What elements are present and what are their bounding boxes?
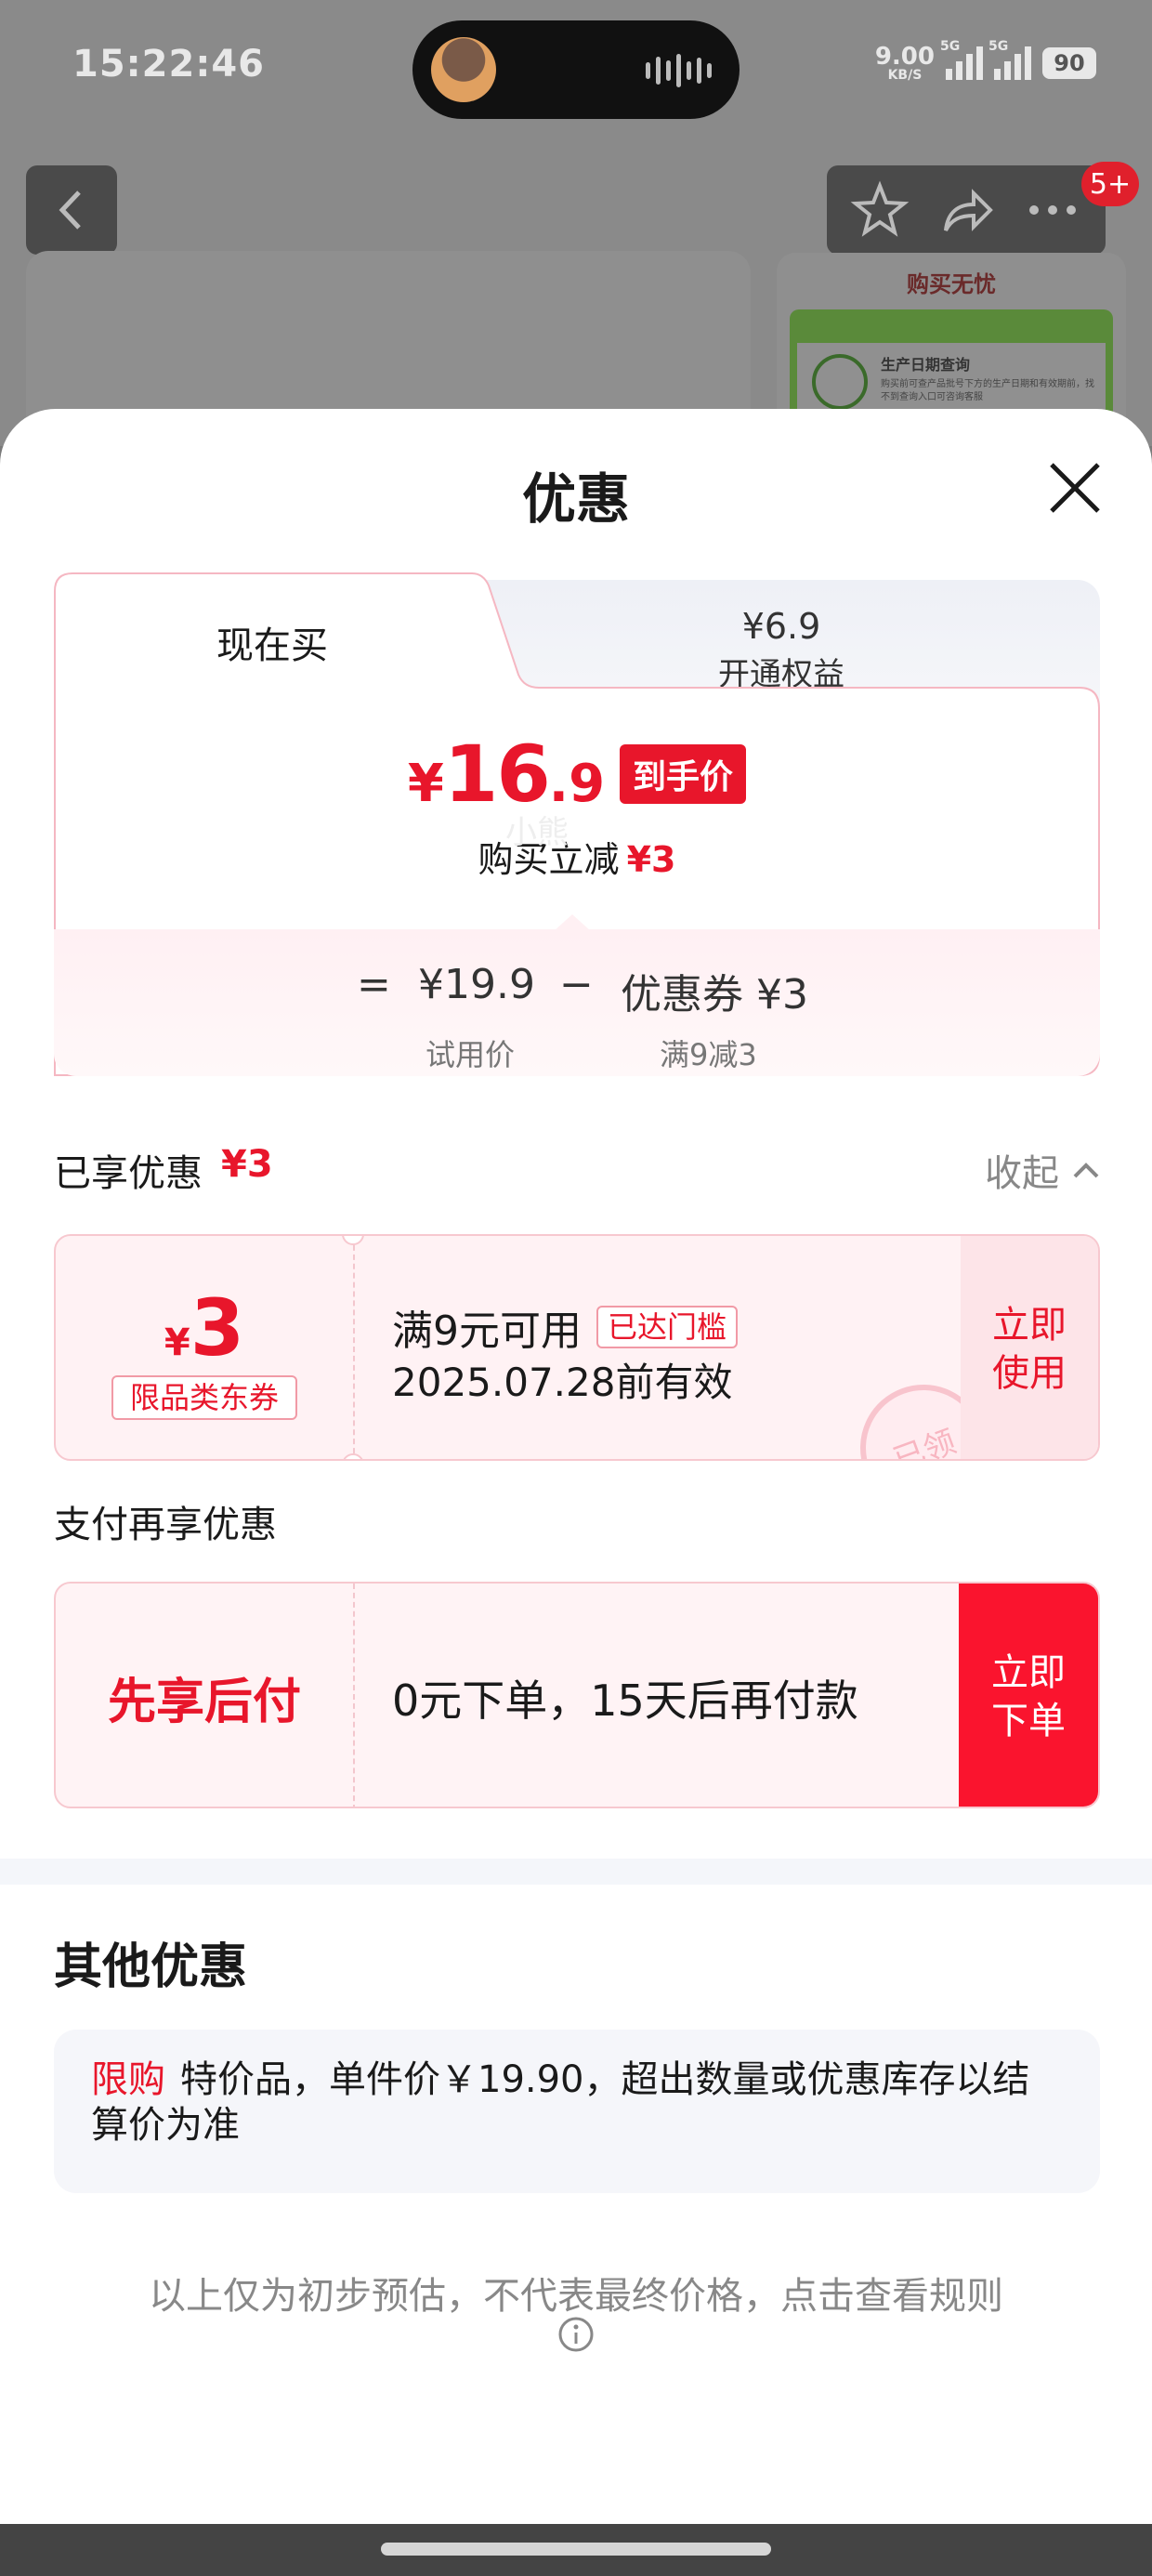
limit-tag: 限购: [91, 2058, 165, 2101]
final-price: ¥ 16 .9 到手价: [54, 729, 1100, 820]
system-icons: 9.00 KB/S 5G 5G 90: [874, 39, 1096, 83]
pay-section-label: 支付再享优惠: [54, 1504, 277, 1546]
pay-later-name: 先享后付: [107, 1674, 301, 1730]
status-time: 15:22:46: [72, 43, 265, 85]
chevron-up-icon: [1073, 1163, 1099, 1178]
section-divider: [0, 1859, 1152, 1885]
coupon-amount: ¥3: [164, 1282, 245, 1373]
enjoyed-amount: ¥3: [221, 1143, 273, 1186]
home-bar: [0, 2524, 1152, 2576]
other-discounts-box: 限购 特价品，单件价￥19.90，超出数量或优惠库存以结算价为准: [54, 2030, 1100, 2193]
rules-link[interactable]: 以上仅为初步预估，不代表最终价格，点击查看规则: [0, 2266, 1152, 2320]
status-bar: 15:22:46 9.00 KB/S 5G 5G 90: [0, 0, 1152, 139]
collapse-button[interactable]: 收起: [985, 1143, 1100, 1197]
assurance-item: 生产日期查询: [881, 356, 971, 374]
notification-badge: 5+: [1081, 162, 1139, 206]
limit-text: 特价品，单件价￥19.90，超出数量或优惠库存以结算价为准: [91, 2058, 1030, 2147]
pay-later-desc: 0元下单，15天后再付款: [392, 1676, 858, 1726]
price-breakdown: = ¥19.9 − 优惠券 ¥3 试用价 满9减3: [54, 914, 1100, 1076]
back-button[interactable]: [26, 165, 117, 255]
pay-later-card: 先享后付 0元下单，15天后再付款 立即下单: [54, 1582, 1100, 1808]
coupon-expiry: 2025.07.28前有效: [392, 1360, 733, 1405]
watermark: 小熊: [505, 814, 569, 851]
top-action-bar: [827, 165, 1106, 255]
dynamic-island: [412, 20, 740, 119]
caret-up-icon: [554, 914, 591, 931]
network-speed: 9.00 KB/S: [874, 43, 935, 83]
coupon-condition: 满9元可用 已达门槛: [392, 1297, 739, 1357]
base-price-label: 试用价: [425, 1037, 516, 1072]
coupon-card: ¥3 限品类东券 满9元可用 已达门槛 2025.07.28前有效 已领 立即使…: [54, 1234, 1100, 1461]
star-icon[interactable]: [850, 180, 910, 240]
close-icon[interactable]: [1044, 457, 1106, 519]
info-icon[interactable]: [557, 2316, 595, 2353]
price-card: ¥6.9 开通权益 现在买 ¥ 16 .9 到手价 购买立减 ¥3 = ¥19.…: [54, 572, 1100, 1076]
instant-saving: 购买立减 ¥3: [478, 839, 676, 880]
enjoyed-discount-row: 已享优惠 ¥3 收起: [54, 1143, 1100, 1199]
battery-icon: 90: [1042, 47, 1096, 79]
enjoyed-label: 已享优惠: [54, 1152, 203, 1195]
coupon-rule: 满9减3: [660, 1037, 757, 1072]
assurance-desc: 购买前可查产品批号下方的生产日期和有效期前，找不到查询入口可咨询客服: [881, 379, 1094, 402]
sheet-title: 优惠: [521, 467, 630, 531]
coupon-deduction: 优惠券 ¥3: [621, 971, 808, 1019]
chevron-left-icon: [59, 191, 81, 230]
coupon-divider: [353, 1236, 355, 1459]
threshold-reached-badge: 已达门槛: [596, 1306, 739, 1348]
order-now-button[interactable]: 立即下单: [959, 1584, 1098, 1807]
other-discounts-title: 其他优惠: [54, 1939, 248, 1995]
more-icon[interactable]: [1023, 180, 1082, 240]
home-indicator[interactable]: [381, 2543, 771, 2556]
leaf-icon: [812, 354, 868, 410]
signal-icon-2: 5G: [988, 39, 1031, 80]
tab-buy-now[interactable]: 现在买: [54, 615, 491, 669]
use-coupon-button[interactable]: 立即使用: [961, 1236, 1098, 1459]
base-price: ¥19.9: [418, 961, 535, 1008]
share-icon[interactable]: [936, 180, 996, 240]
coupon-category: 限品类东券: [111, 1375, 297, 1420]
signal-icon: 5G: [940, 39, 983, 80]
now-playing-avatar: [431, 37, 496, 102]
assurance-title: 购买无忧: [907, 271, 996, 297]
final-price-tag: 到手价: [620, 744, 747, 804]
discount-sheet: 优惠 ¥6.9 开通权益 现在买 ¥ 16 .9 到手价 购买立减 ¥3 = ¥…: [0, 409, 1152, 2537]
audio-wave-icon: [646, 54, 712, 87]
